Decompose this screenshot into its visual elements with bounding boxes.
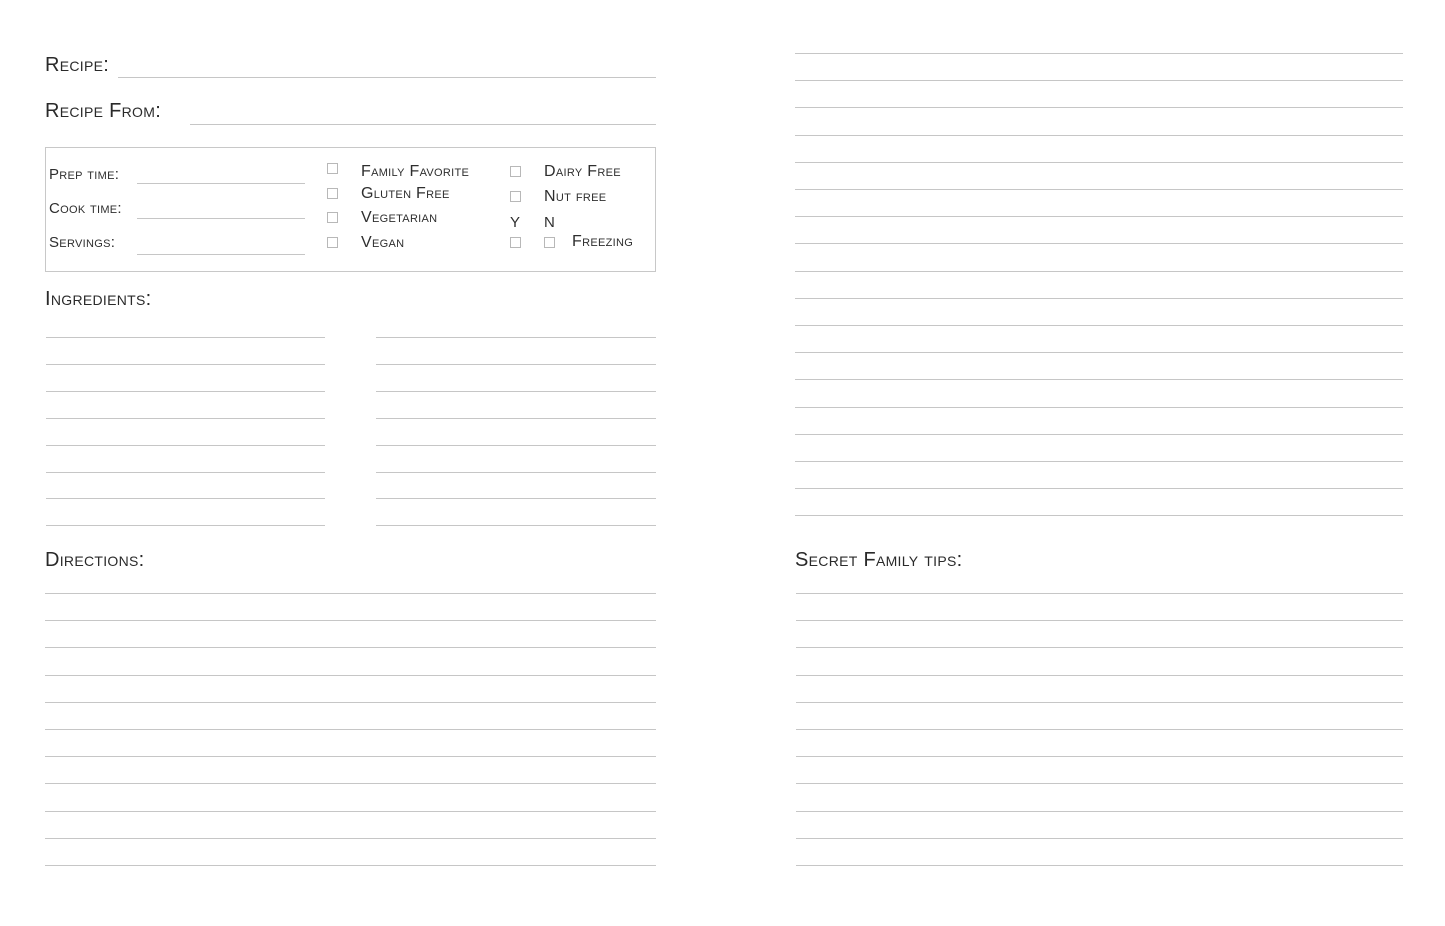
ingredient-line[interactable] [46, 390, 325, 392]
gluten-free-checkbox[interactable] [327, 188, 338, 199]
freezing-no-label: N [544, 214, 556, 231]
directions-label: Directions: [45, 549, 145, 571]
note-line[interactable] [795, 352, 1403, 354]
note-line[interactable] [795, 134, 1403, 136]
freezing-label: Freezing [572, 233, 634, 250]
family-favorite-checkbox[interactable] [327, 163, 338, 174]
ingredient-line[interactable] [46, 471, 325, 473]
ingredient-line[interactable] [376, 337, 656, 338]
secret-tip-line[interactable] [796, 593, 1403, 594]
direction-line[interactable] [45, 674, 656, 676]
ingredient-line[interactable] [376, 417, 656, 419]
direction-line[interactable] [45, 647, 656, 649]
ingredient-line[interactable] [376, 471, 656, 473]
family-favorite-label: Family Favorite [361, 163, 470, 180]
note-line[interactable] [795, 297, 1403, 299]
recipe-from-field[interactable] [190, 124, 656, 125]
note-line[interactable] [795, 53, 1403, 54]
secret-tips-label: Secret Family tips: [795, 549, 963, 571]
secret-tip-line[interactable] [796, 783, 1403, 785]
vegetarian-label: Vegetarian [361, 209, 438, 226]
ingredient-line[interactable] [46, 525, 325, 527]
dairy-free-label: Dairy Free [544, 163, 621, 180]
note-line[interactable] [795, 325, 1403, 326]
ingredient-line[interactable] [46, 444, 325, 446]
note-line[interactable] [795, 406, 1403, 408]
ingredient-line[interactable] [376, 498, 656, 500]
direction-line[interactable] [45, 756, 656, 758]
secret-tip-line[interactable] [796, 647, 1403, 649]
ingredient-line[interactable] [376, 525, 656, 527]
vegan-label: Vegan [361, 234, 405, 251]
note-line[interactable] [795, 189, 1403, 190]
recipe-label: Recipe: [45, 54, 110, 76]
note-line[interactable] [795, 515, 1403, 517]
servings-label: Servings: [49, 234, 116, 251]
vegan-checkbox[interactable] [327, 237, 338, 248]
nut-free-checkbox[interactable] [510, 191, 521, 202]
secret-tip-line[interactable] [796, 756, 1403, 758]
direction-line[interactable] [45, 810, 656, 812]
cook-time-field[interactable] [137, 218, 305, 219]
recipe-from-label: Recipe From: [45, 100, 162, 122]
secret-tip-line[interactable] [796, 674, 1403, 676]
prep-time-field[interactable] [137, 183, 305, 184]
note-line[interactable] [795, 379, 1403, 381]
note-line[interactable] [795, 216, 1403, 218]
secret-tip-line[interactable] [796, 837, 1403, 839]
note-line[interactable] [795, 433, 1403, 435]
ingredient-line[interactable] [46, 337, 325, 338]
ingredient-line[interactable] [46, 363, 325, 365]
note-line[interactable] [795, 80, 1403, 82]
secret-tip-line[interactable] [796, 865, 1403, 866]
servings-field[interactable] [137, 254, 305, 255]
recipe-name-field[interactable] [118, 77, 656, 78]
note-line[interactable] [795, 488, 1403, 490]
freezing-yes-label: Y [510, 214, 521, 231]
direction-line[interactable] [45, 837, 656, 839]
ingredient-line[interactable] [376, 363, 656, 365]
ingredient-line[interactable] [376, 390, 656, 392]
dairy-free-checkbox[interactable] [510, 166, 521, 177]
prep-time-label: Prep time: [49, 166, 120, 183]
ingredient-line[interactable] [376, 444, 656, 446]
ingredient-line[interactable] [46, 417, 325, 419]
direction-line[interactable] [45, 701, 656, 703]
secret-tip-line[interactable] [796, 729, 1403, 730]
direction-line[interactable] [45, 729, 656, 730]
note-line[interactable] [795, 243, 1403, 245]
secret-tip-line[interactable] [796, 701, 1403, 703]
note-line[interactable] [795, 270, 1403, 272]
direction-line[interactable] [45, 865, 656, 866]
freezing-yes-checkbox[interactable] [510, 237, 521, 248]
nut-free-label: Nut free [544, 188, 607, 205]
freezing-no-checkbox[interactable] [544, 237, 555, 248]
direction-line[interactable] [45, 593, 656, 594]
ingredient-line[interactable] [46, 498, 325, 500]
secret-tip-line[interactable] [796, 810, 1403, 812]
note-line[interactable] [795, 107, 1403, 109]
gluten-free-label: Gluten Free [361, 185, 450, 202]
secret-tip-line[interactable] [796, 620, 1403, 622]
note-line[interactable] [795, 461, 1403, 462]
note-line[interactable] [795, 161, 1403, 163]
direction-line[interactable] [45, 620, 656, 622]
vegetarian-checkbox[interactable] [327, 212, 338, 223]
ingredients-label: Ingredients: [45, 288, 152, 310]
direction-line[interactable] [45, 783, 656, 785]
cook-time-label: Cook time: [49, 200, 122, 217]
